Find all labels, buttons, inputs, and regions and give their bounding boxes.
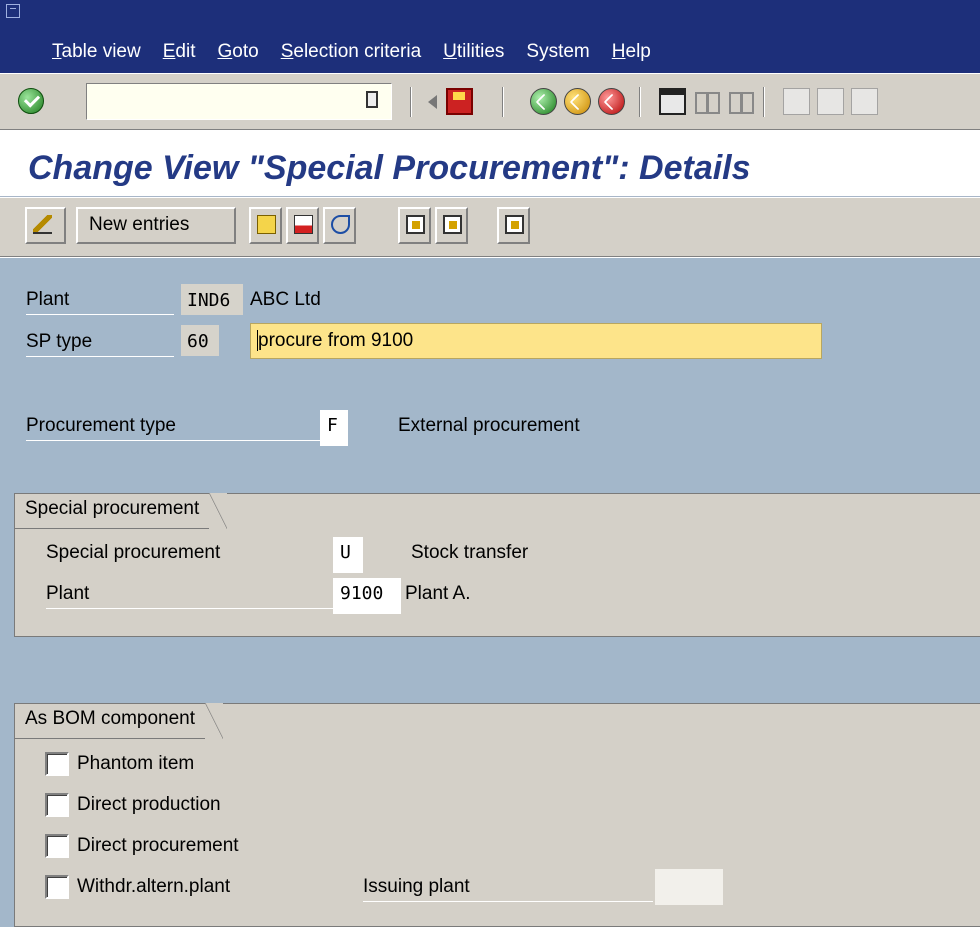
special-procurement-group-title: Special procurement (15, 493, 228, 529)
toolbar-separator (639, 87, 641, 117)
next-entry-icon (443, 215, 462, 234)
procurement-type-label: Procurement type (26, 415, 346, 441)
procurement-type-field[interactable]: F (320, 410, 348, 446)
undo-icon (331, 215, 350, 234)
withdr-altern-plant-checkbox[interactable] (45, 875, 69, 899)
menu-utilities[interactable]: Utilities (443, 41, 504, 63)
page-title: Change View "Special Procurement": Detai… (28, 149, 751, 187)
menu: Table view Edit Goto Selection criteria … (52, 41, 651, 63)
direct-procurement-label: Direct procurement (77, 835, 239, 856)
menu-edit[interactable]: Edit (163, 41, 196, 63)
bom-component-group: As BOM component Phantom item Direct pro… (14, 703, 980, 927)
undo-change-button[interactable] (323, 207, 356, 244)
enter-checkmark-icon[interactable] (18, 88, 44, 114)
menu-bar: Table view Edit Goto Selection criteria … (0, 0, 980, 73)
delete-button[interactable] (286, 207, 319, 244)
find-next-icon[interactable] (727, 88, 754, 115)
procurement-type-text: External procurement (398, 415, 580, 436)
phantom-item-label: Phantom item (77, 753, 195, 774)
other-entry-icon (505, 215, 524, 234)
menu-system[interactable]: System (526, 41, 589, 63)
sp-plant-text: Plant A. (405, 583, 471, 604)
find-icon[interactable] (693, 88, 720, 115)
command-field[interactable] (86, 83, 392, 120)
plant-name: ABC Ltd (250, 289, 321, 310)
save-icon[interactable] (446, 88, 473, 115)
exit-icon[interactable] (564, 88, 591, 115)
sp-plant-field[interactable]: 9100 (333, 578, 401, 614)
special-procurement-label: Special procurement (46, 542, 221, 563)
system-menu-icon[interactable] (6, 4, 20, 18)
issuing-plant-field[interactable] (655, 869, 723, 905)
next-page-icon[interactable] (851, 88, 878, 115)
toolbar-separator (410, 87, 412, 117)
special-procurement-text: Stock transfer (411, 542, 529, 563)
back-icon[interactable] (530, 88, 557, 115)
direct-production-checkbox[interactable] (45, 793, 69, 817)
toolbar-expand-icon[interactable] (428, 95, 437, 109)
first-page-icon[interactable] (783, 88, 810, 115)
sp-type-description-input[interactable]: procure from 9100 (250, 323, 822, 359)
menu-selection-criteria[interactable]: Selection criteria (281, 41, 421, 63)
special-procurement-field[interactable]: U (333, 537, 363, 573)
phantom-item-checkbox[interactable] (45, 752, 69, 776)
other-entry-button[interactable] (497, 207, 530, 244)
application-toolbar: New entries (0, 198, 980, 257)
previous-page-icon[interactable] (817, 88, 844, 115)
previous-entry-icon (406, 215, 425, 234)
plant-value: IND6 (181, 284, 243, 315)
issuing-plant-label: Issuing plant (363, 876, 653, 902)
delete-icon (294, 215, 313, 234)
copy-as-button[interactable] (249, 207, 282, 244)
menu-goto[interactable]: Goto (217, 41, 258, 63)
display-change-button[interactable] (25, 207, 66, 244)
cancel-icon[interactable] (598, 88, 625, 115)
command-history-icon[interactable] (366, 91, 378, 108)
plant-label: Plant (26, 289, 174, 315)
menu-help[interactable]: Help (612, 41, 651, 63)
previous-entry-button[interactable] (398, 207, 431, 244)
bom-component-group-title: As BOM component (15, 703, 224, 739)
sp-type-label: SP type (26, 331, 174, 357)
toolbar-separator (763, 87, 765, 117)
work-area: Plant IND6 ABC Ltd SP type 60 procure fr… (0, 258, 980, 927)
standard-toolbar (0, 73, 980, 130)
sp-type-value: 60 (181, 325, 219, 356)
menu-table-view[interactable]: Table view (52, 41, 141, 63)
direct-procurement-checkbox[interactable] (45, 834, 69, 858)
display-change-icon (33, 215, 52, 234)
toolbar-separator (502, 87, 504, 117)
withdr-altern-plant-label: Withdr.altern.plant (77, 876, 231, 897)
direct-production-label: Direct production (77, 794, 221, 815)
special-procurement-group: Special procurement Special procurement … (14, 493, 980, 637)
sp-plant-label: Plant (46, 583, 336, 609)
new-entries-button[interactable]: New entries (76, 207, 236, 244)
copy-icon (257, 215, 276, 234)
print-icon[interactable] (659, 88, 686, 115)
next-entry-button[interactable] (435, 207, 468, 244)
